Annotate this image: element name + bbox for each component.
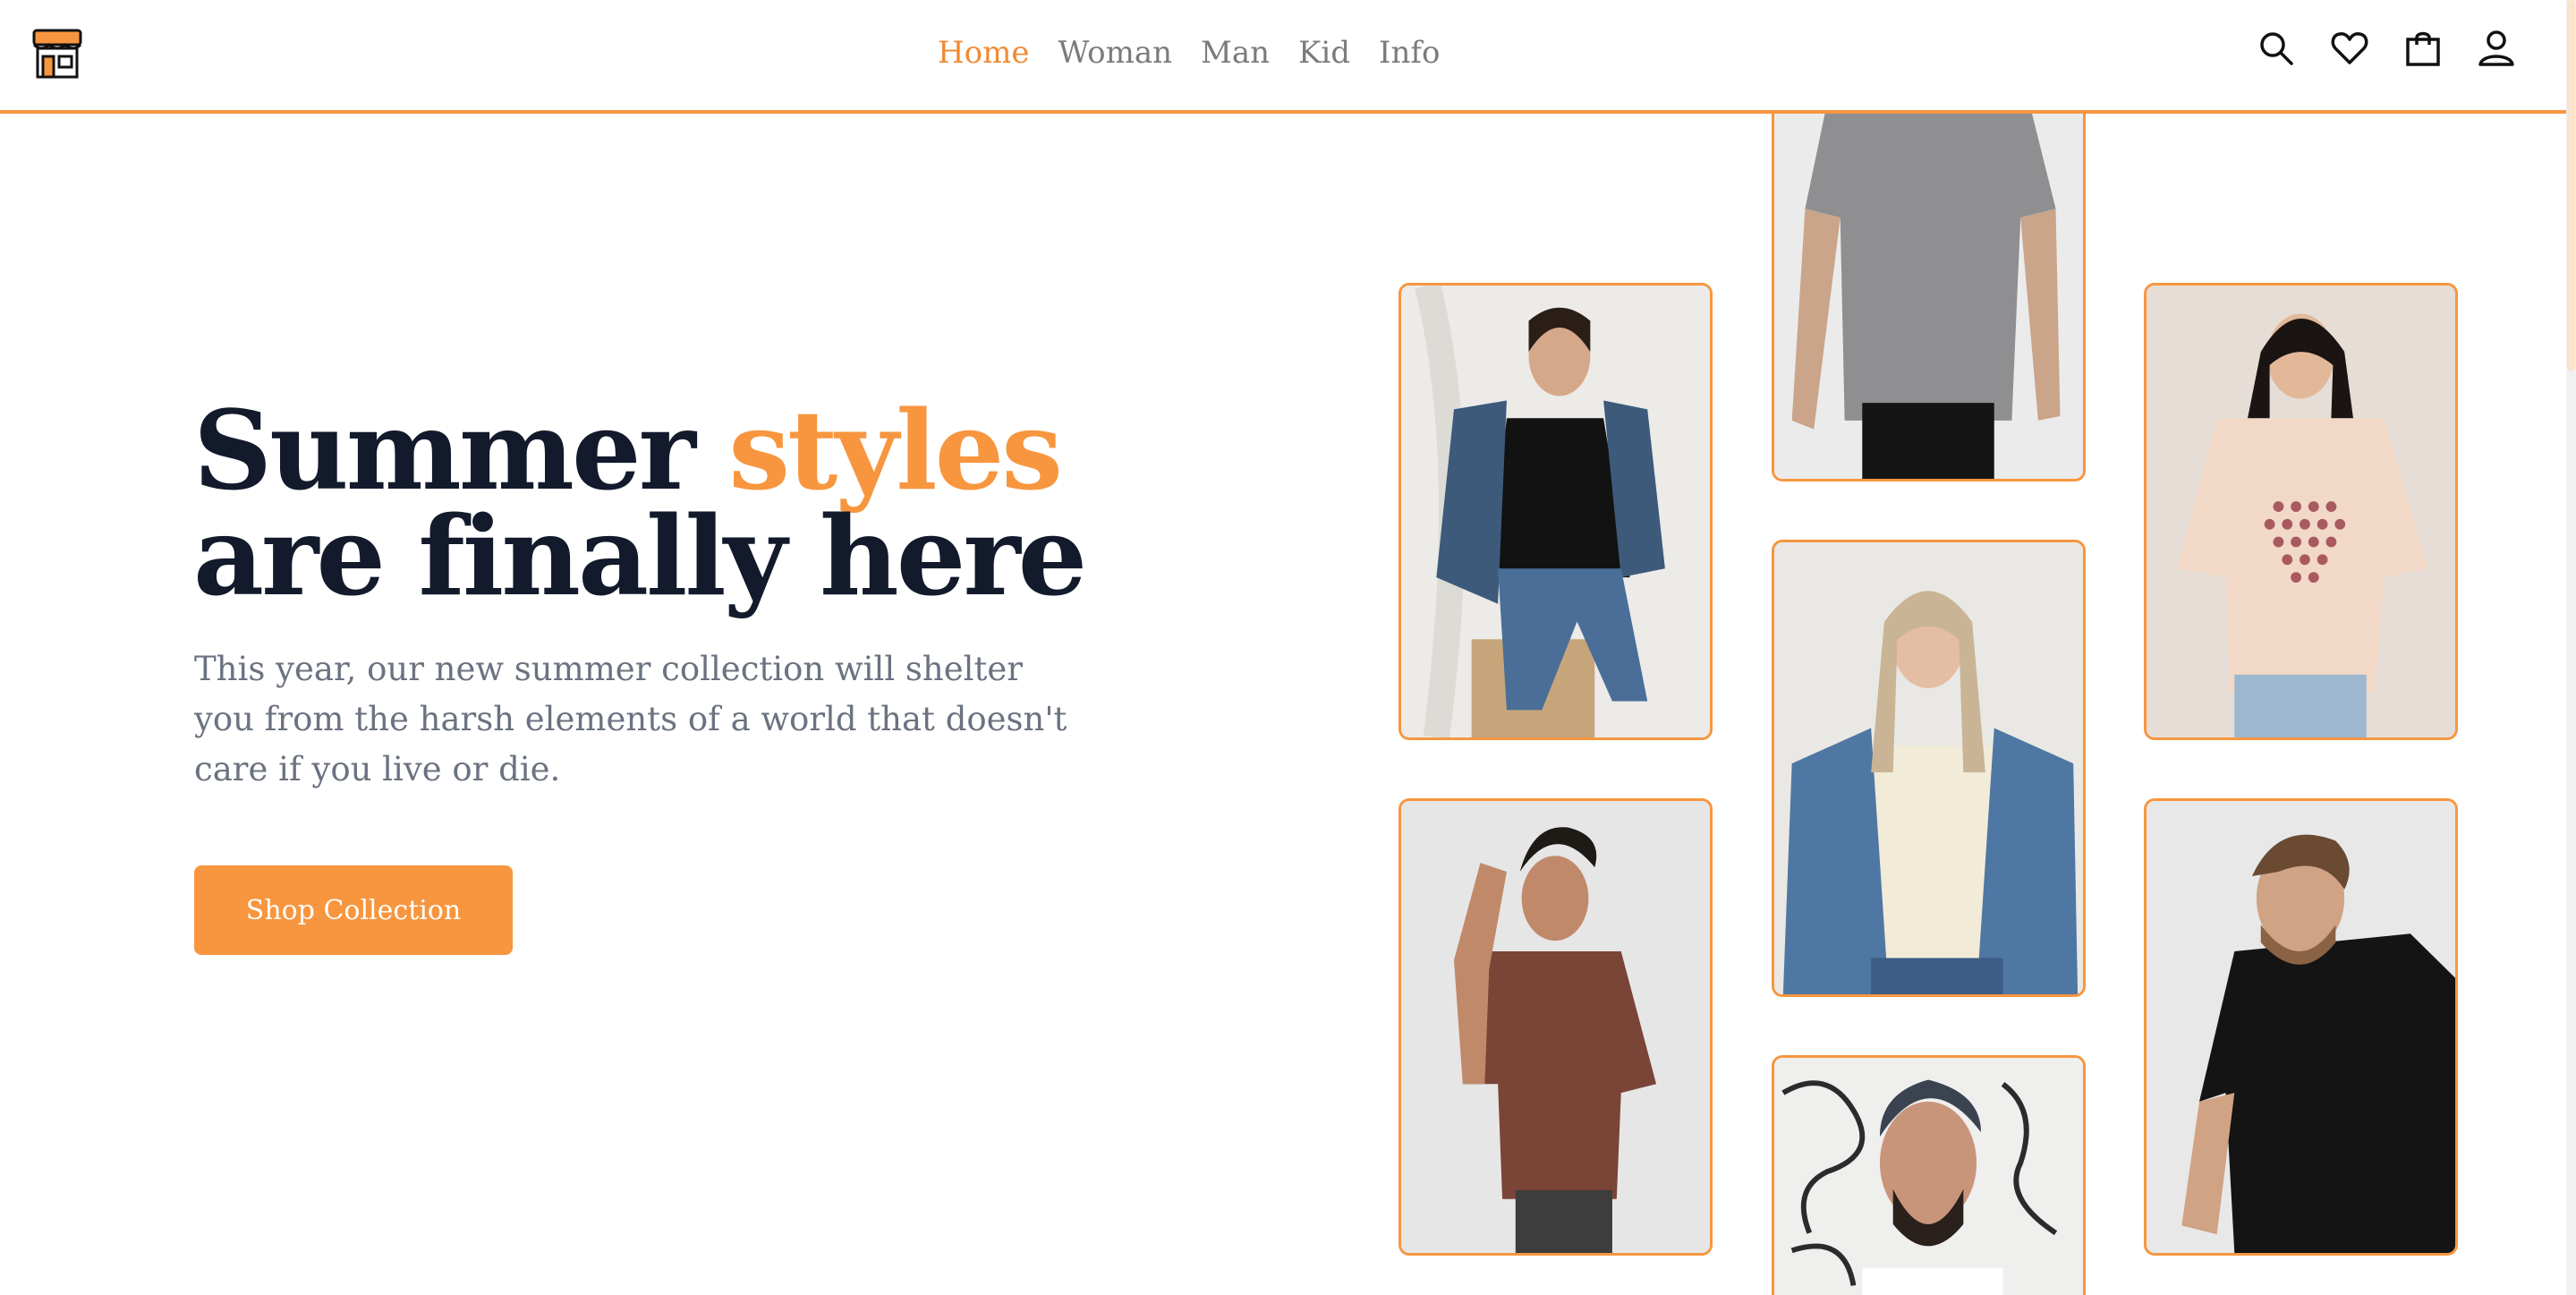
header-actions	[2257, 29, 2516, 68]
nav-woman[interactable]: Woman	[1058, 35, 1172, 71]
man-beanie-glasses-photo[interactable]	[1772, 1055, 2086, 1295]
shop-collection-button[interactable]: Shop Collection	[194, 865, 513, 955]
storefront-logo-icon[interactable]	[30, 27, 84, 81]
woman-denim-jacket-black-tee-photo[interactable]	[1399, 283, 1713, 740]
hero-title: Summer styles are finally here	[193, 396, 1088, 610]
woman-pink-printed-tee-photo[interactable]	[2144, 283, 2458, 740]
page-scrollbar[interactable]	[2566, 0, 2576, 1295]
shopping-bag-icon[interactable]	[2403, 29, 2443, 68]
scrollbar-thumb[interactable]	[2567, 0, 2575, 371]
hero-title-part2: are finally here	[193, 491, 1087, 620]
man-brown-tee-photo[interactable]	[1399, 798, 1713, 1256]
hero-description: This year, our new summer collection wil…	[194, 650, 1067, 788]
man-black-tee-photo[interactable]	[2144, 798, 2458, 1256]
page: Home Woman Man Kid Info Summer styles ar…	[0, 0, 2576, 1295]
search-icon[interactable]	[2257, 29, 2296, 68]
nav-info[interactable]: Info	[1379, 35, 1440, 71]
nav-kid[interactable]: Kid	[1298, 35, 1350, 71]
man-grey-tee-photo[interactable]	[1772, 100, 2086, 481]
site-header: Home Woman Man Kid Info	[0, 0, 2566, 114]
nav-man[interactable]: Man	[1201, 35, 1270, 71]
main-nav: Home Woman Man Kid Info	[938, 30, 1440, 75]
user-icon[interactable]	[2477, 29, 2516, 68]
heart-icon[interactable]	[2330, 29, 2369, 68]
nav-home[interactable]: Home	[938, 35, 1029, 71]
woman-cream-tee-denim-jacket-photo[interactable]	[1772, 540, 2086, 997]
